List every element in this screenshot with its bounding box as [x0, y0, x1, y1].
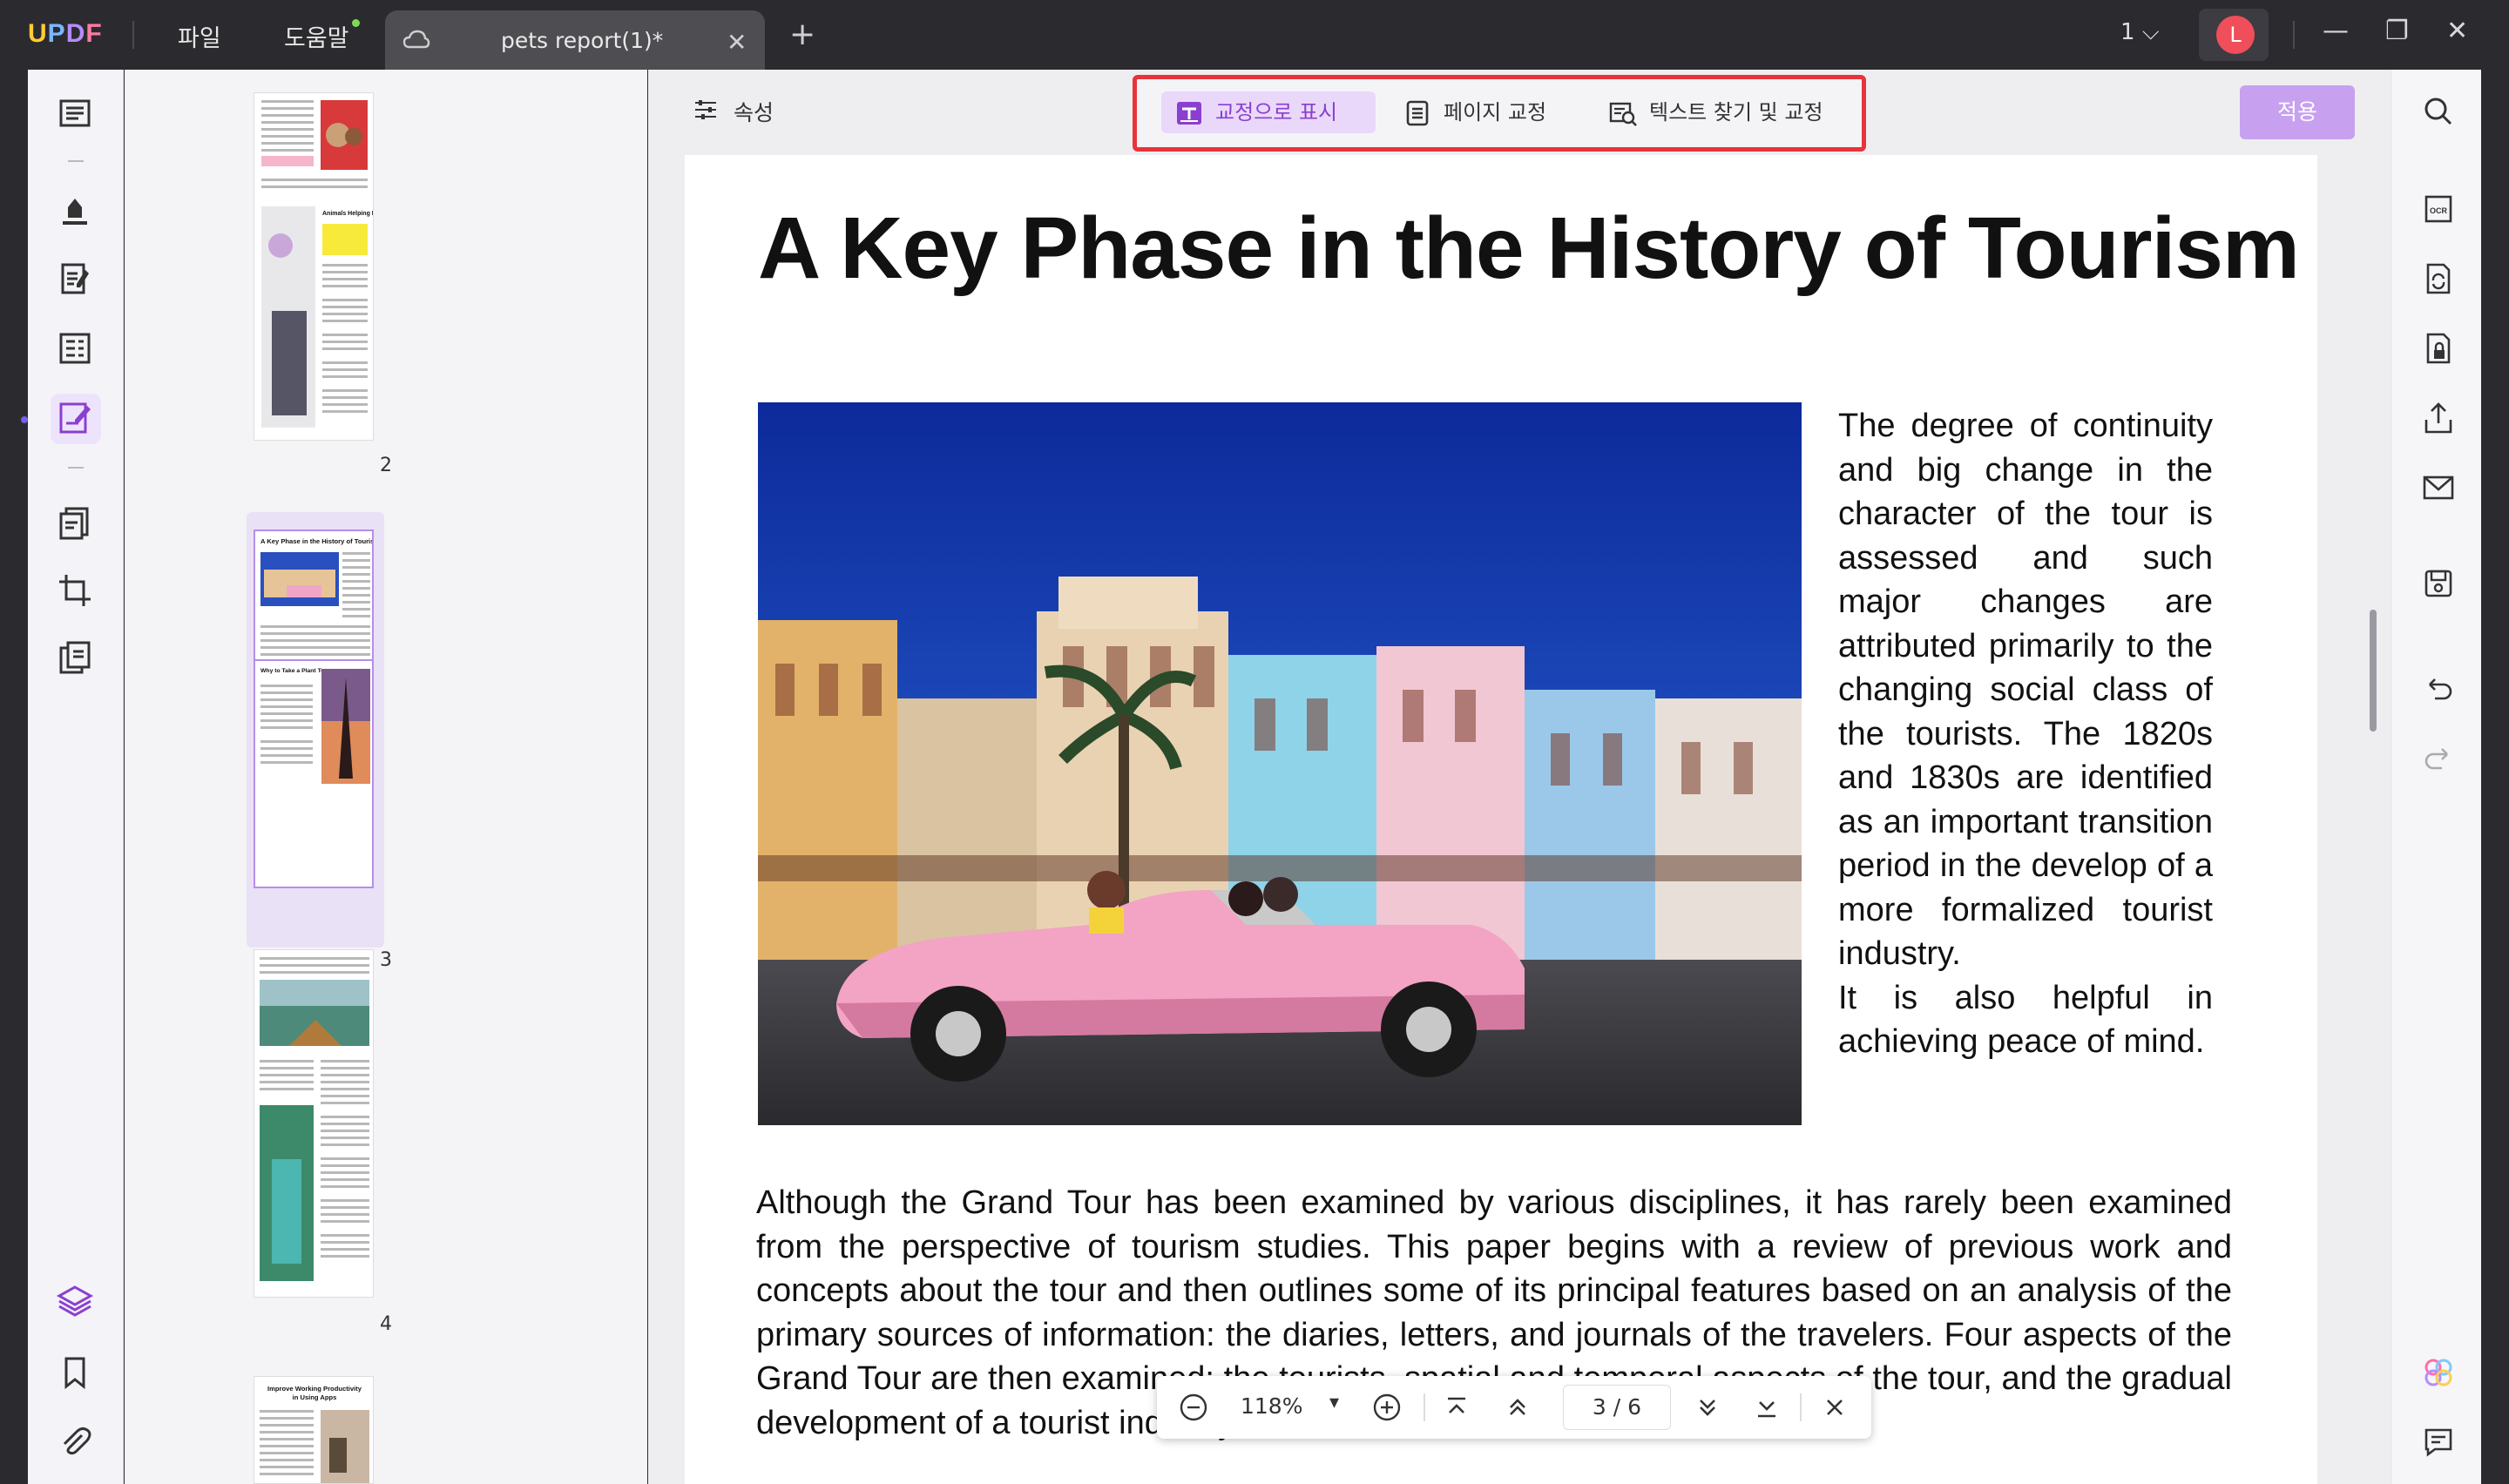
- menu-file[interactable]: 파일: [178, 19, 221, 53]
- zoom-level[interactable]: 118%: [1241, 1393, 1302, 1419]
- bookmark-icon[interactable]: [56, 1353, 94, 1392]
- page-heading[interactable]: A Key Phase in the History of Tourism: [758, 199, 2300, 299]
- havana-car-photo: [758, 402, 1802, 1125]
- page-number-input[interactable]: 3 / 6: [1563, 1385, 1671, 1430]
- page-proofread-label: 페이지 교정: [1444, 100, 1547, 125]
- email-icon[interactable]: [2421, 470, 2456, 505]
- highlighter-icon[interactable]: [56, 192, 94, 230]
- save-icon[interactable]: [2421, 566, 2456, 601]
- document-tab[interactable]: pets report(1)* ✕: [385, 10, 765, 70]
- zoom-in-icon[interactable]: [1371, 1392, 1403, 1423]
- page-5-preview: Improve Working Productivity in Using Ap…: [260, 1385, 369, 1483]
- cloud-icon: [402, 30, 430, 49]
- zoom-out-icon[interactable]: [1178, 1392, 1209, 1423]
- thumb-subtitle: Why to Take a Plant Tour: [260, 668, 331, 674]
- thumbnail-label: 2: [380, 455, 392, 476]
- show-as-proofread-button[interactable]: 교정으로 표시: [1161, 91, 1376, 133]
- find-text-icon: [1609, 102, 1637, 126]
- crop-icon[interactable]: [56, 571, 94, 610]
- attachment-icon[interactable]: [56, 1423, 94, 1461]
- avatar[interactable]: L: [2216, 16, 2255, 54]
- tab-close-icon[interactable]: ✕: [727, 28, 747, 57]
- window-close-icon[interactable]: ✕: [2446, 16, 2468, 46]
- photo-illustration: [758, 402, 1802, 1125]
- thumbnail-page-2[interactable]: Animals Helping People: [254, 92, 374, 441]
- proofread-mark-icon: [1177, 102, 1201, 125]
- page-proofread-button[interactable]: 페이지 교정: [1390, 91, 1581, 133]
- page-4-preview: [260, 957, 369, 1281]
- comment-icon[interactable]: [2421, 1425, 2456, 1460]
- form-icon[interactable]: [56, 329, 94, 368]
- ai-assistant-icon[interactable]: [2421, 1355, 2456, 1390]
- svg-text:Animals Helping People: Animals Helping People: [322, 211, 374, 217]
- find-and-proofread-label: 텍스트 찾기 및 교정: [1649, 100, 1823, 125]
- thumbnail-page-3[interactable]: A Key Phase in the History of Tourism Wh…: [254, 530, 374, 888]
- close-zoombar-icon[interactable]: [1819, 1392, 1850, 1423]
- minimize-icon[interactable]: —: [2323, 16, 2349, 46]
- user-area[interactable]: L: [2199, 9, 2269, 61]
- next-page-icon[interactable]: [1692, 1392, 1723, 1423]
- reader-icon[interactable]: [56, 94, 94, 132]
- thumb-title: A Key Phase in the History of Tourism: [260, 537, 374, 545]
- side-paragraph-2[interactable]: It is also helpful in achieving peace of…: [1838, 976, 2213, 1064]
- thumbnail-panel: Animals Helping People 2 A Key Phase in …: [125, 70, 647, 1484]
- divider: [1424, 1393, 1425, 1421]
- show-as-proofread-label: 교정으로 표시: [1215, 100, 1338, 125]
- page-proof-icon[interactable]: [56, 399, 94, 437]
- right-toolbar: OCR: [2391, 70, 2481, 1484]
- tab-title: pets report(1)*: [501, 28, 664, 53]
- restore-icon[interactable]: ❐: [2385, 16, 2409, 46]
- vertical-scrollbar[interactable]: [2370, 610, 2377, 732]
- new-tab-plus-icon[interactable]: +: [789, 19, 815, 51]
- thumbnail-label: 3: [380, 949, 392, 971]
- sliders-icon: [695, 100, 716, 119]
- page-3-preview: A Key Phase in the History of Tourism Wh…: [255, 537, 374, 784]
- active-indicator-dot: [21, 416, 28, 423]
- last-page-icon[interactable]: [1751, 1392, 1782, 1423]
- search-icon[interactable]: [2421, 94, 2456, 129]
- edit-pdf-icon[interactable]: [56, 260, 94, 298]
- divider: [68, 467, 84, 469]
- side-paragraph-1[interactable]: The degree of continuity and big change …: [1838, 404, 2213, 976]
- menu-help[interactable]: 도움말: [284, 19, 349, 53]
- page-2-preview: Animals Helping People: [261, 100, 374, 428]
- redo-icon[interactable]: [2421, 740, 2456, 775]
- properties-label: 속성: [734, 100, 774, 125]
- page-icon: [1406, 100, 1429, 126]
- divider: [2293, 21, 2295, 49]
- divider: [68, 160, 84, 162]
- svg-text:OCR: OCR: [2430, 206, 2448, 215]
- apply-button[interactable]: 적용: [2240, 85, 2355, 139]
- undo-icon[interactable]: [2421, 671, 2456, 705]
- protect-icon[interactable]: [2421, 331, 2456, 366]
- thumbnail-page-4[interactable]: [254, 949, 374, 1298]
- svg-text:in Using Apps: in Using Apps: [293, 1393, 337, 1401]
- zoom-toolbar: 118% ▾ 3 / 6: [1157, 1376, 1871, 1439]
- page-selector-value: 1: [2120, 19, 2135, 45]
- first-page-icon[interactable]: [1441, 1392, 1472, 1423]
- convert-icon[interactable]: [2421, 261, 2456, 296]
- compress-icon[interactable]: [56, 639, 94, 678]
- svg-text:Improve Working Productivity: Improve Working Productivity: [267, 1385, 362, 1393]
- app-logo: UPDF: [28, 19, 103, 48]
- previous-page-icon[interactable]: [1502, 1392, 1533, 1423]
- page-selector[interactable]: 1 ⌵: [2120, 19, 2160, 46]
- proofread-mode-group: 교정으로 표시 페이지 교정 텍스트 찾기 및 교정: [1133, 75, 1866, 152]
- thumbnail-label: 4: [380, 1313, 392, 1335]
- organize-pages-icon[interactable]: [56, 503, 94, 542]
- title-bar: UPDF 파일 도움말 pets report(1)* ✕ + 1 ⌵ L — …: [0, 0, 2509, 70]
- divider: [1800, 1393, 1802, 1421]
- thumbnail-page-5[interactable]: Improve Working Productivity in Using Ap…: [254, 1376, 374, 1484]
- left-toolbar: [28, 70, 124, 1484]
- help-dot: [352, 19, 360, 27]
- divider: [132, 21, 134, 49]
- find-and-proofread-button[interactable]: 텍스트 찾기 및 교정: [1595, 91, 1856, 133]
- chevron-down-icon: ⌵: [2141, 19, 2160, 45]
- side-text-block[interactable]: The degree of continuity and big change …: [1838, 404, 2213, 1064]
- layers-icon[interactable]: [56, 1282, 94, 1320]
- ocr-icon[interactable]: OCR: [2421, 192, 2456, 226]
- share-icon[interactable]: [2421, 401, 2456, 435]
- zoom-dropdown-icon[interactable]: ▾: [1329, 1392, 1339, 1413]
